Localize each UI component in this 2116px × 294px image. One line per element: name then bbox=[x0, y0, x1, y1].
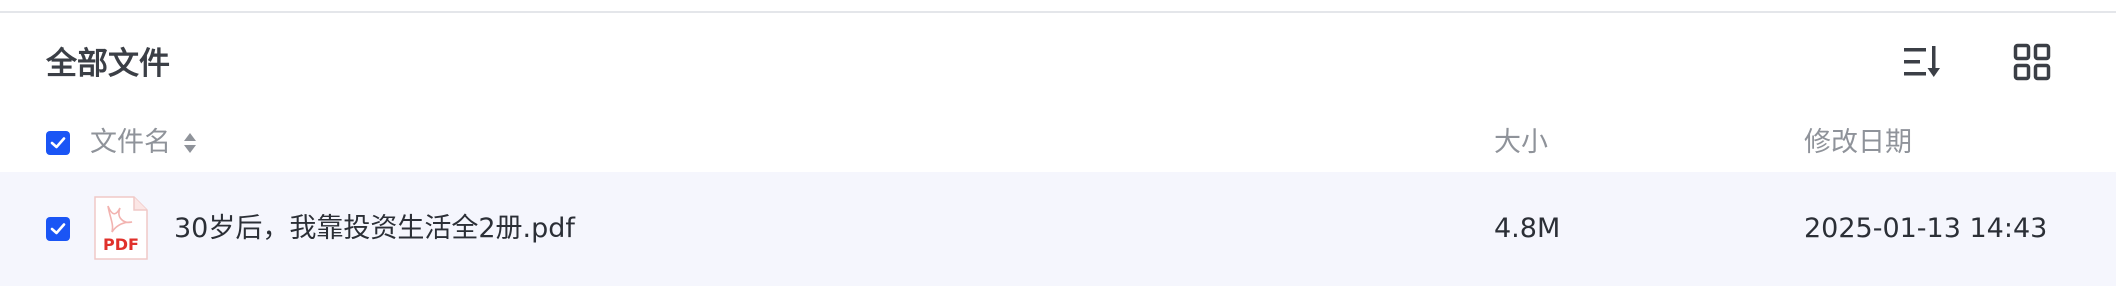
file-name[interactable]: 30岁后，我靠投资生活全2册.pdf bbox=[174, 172, 575, 286]
pdf-label: PDF bbox=[103, 235, 139, 254]
pdf-file-icon: PDF bbox=[94, 196, 148, 260]
grid-view-icon bbox=[2013, 43, 2051, 81]
row-checkbox[interactable] bbox=[46, 217, 70, 241]
column-header-name[interactable]: 文件名 bbox=[90, 118, 171, 168]
sort-list-icon bbox=[1904, 46, 1940, 77]
table-row[interactable]: PDF 30岁后，我靠投资生活全2册.pdf 4.8M 2025-01-13 1… bbox=[0, 172, 2116, 286]
file-browser: 全部文件 文件名 大小 修改日期 PDF 30岁后，我靠投资生活全2册.pdf … bbox=[0, 0, 2116, 294]
file-modified-date: 2025-01-13 14:43 bbox=[1804, 213, 2048, 244]
column-header-modified[interactable]: 修改日期 bbox=[1804, 118, 1912, 168]
sort-button[interactable] bbox=[1900, 40, 1944, 84]
page-title: 全部文件 bbox=[46, 46, 170, 82]
top-divider bbox=[0, 11, 2116, 13]
check-icon bbox=[50, 137, 66, 149]
file-size: 4.8M bbox=[1494, 213, 1561, 244]
check-icon bbox=[50, 223, 66, 235]
sort-caret-icon[interactable] bbox=[181, 129, 199, 157]
table-header: 文件名 大小 修改日期 bbox=[0, 118, 2116, 168]
select-all-checkbox[interactable] bbox=[46, 131, 70, 155]
grid-view-button[interactable] bbox=[2010, 40, 2054, 84]
column-header-size[interactable]: 大小 bbox=[1494, 118, 1548, 168]
